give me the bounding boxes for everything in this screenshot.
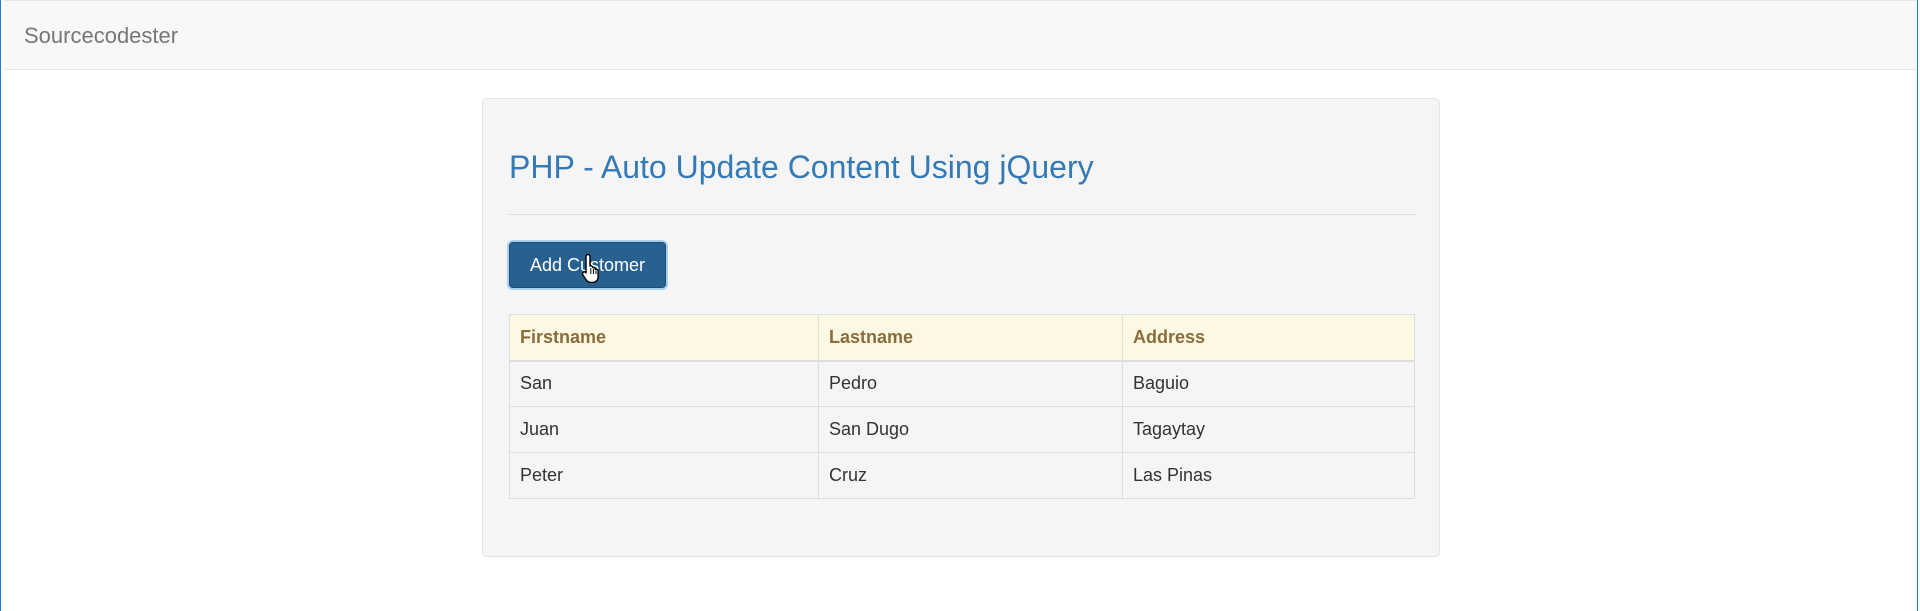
column-header-firstname: Firstname (509, 314, 819, 362)
cell-firstname: Peter (509, 452, 819, 499)
column-header-address: Address (1122, 314, 1415, 362)
content-panel: PHP - Auto Update Content Using jQuery A… (482, 98, 1440, 557)
table-header-row: Firstname Lastname Address (509, 314, 1415, 362)
navbar-brand-link[interactable]: Sourcecodester (24, 23, 178, 49)
cell-firstname: San (509, 360, 819, 407)
cell-firstname: Juan (509, 406, 819, 453)
cell-lastname: Cruz (818, 452, 1123, 499)
add-customer-button[interactable]: Add Customer (509, 242, 666, 288)
cell-address: Las Pinas (1122, 452, 1415, 499)
cell-address: Baguio (1122, 360, 1415, 407)
title-divider (509, 214, 1415, 215)
cell-lastname: Pedro (818, 360, 1123, 407)
browser-viewport: Sourcecodester PHP - Auto Update Content… (0, 0, 1918, 611)
cell-address: Tagaytay (1122, 406, 1415, 453)
table-row: Juan San Dugo Tagaytay (509, 406, 1415, 453)
table-row: San Pedro Baguio (509, 360, 1415, 407)
page-title: PHP - Auto Update Content Using jQuery (509, 149, 1094, 185)
top-navbar: Sourcecodester (4, 0, 1917, 70)
table-row: Peter Cruz Las Pinas (509, 452, 1415, 499)
cell-lastname: San Dugo (818, 406, 1123, 453)
customers-table: Firstname Lastname Address San Pedro Bag… (509, 314, 1415, 499)
column-header-lastname: Lastname (818, 314, 1123, 362)
